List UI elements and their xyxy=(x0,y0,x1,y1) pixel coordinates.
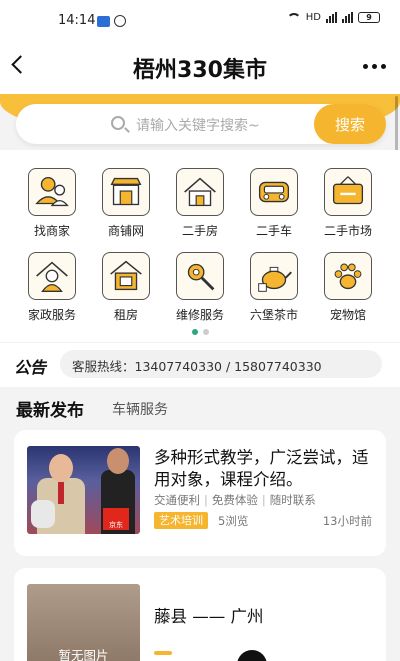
listing-card[interactable]: 暂无图片 藤县 —— 广州 xyxy=(14,568,386,661)
view-count: 5浏览 xyxy=(218,514,249,528)
app-notification-icon xyxy=(97,16,110,27)
category-label: 二手市场 xyxy=(323,224,372,238)
listing-tags: 交通便利 | 免费体验 | 随时联系 xyxy=(154,493,316,507)
category-second-hand-car[interactable]: 二手车 xyxy=(237,168,311,239)
repair-tools-icon xyxy=(176,252,224,300)
listing-tabs: 最新发布 车辆服务 xyxy=(0,387,400,427)
thumbnail-logo: 京东 xyxy=(103,508,129,530)
signal-icon-2 xyxy=(342,12,353,23)
title-underline xyxy=(154,651,172,655)
search-placeholder: 请输入关键字搜索~ xyxy=(136,118,260,134)
listing-thumbnail: 京东 xyxy=(27,446,140,534)
listing-thumbnail-placeholder: 暂无图片 xyxy=(27,584,140,661)
carousel-dot-active[interactable] xyxy=(192,329,198,335)
category-label: 六堡茶市 xyxy=(249,308,298,322)
status-bar: 14:14 HD 9 xyxy=(0,0,400,40)
carousel-indicator xyxy=(192,329,209,335)
carousel-dot[interactable] xyxy=(203,329,209,335)
house-icon xyxy=(176,168,224,216)
wifi-icon xyxy=(286,12,301,23)
category-label: 租房 xyxy=(113,308,138,322)
notice-bar: 公告 客服热线：13407740330 / 15807740330 xyxy=(0,343,400,387)
category-pets[interactable]: 宠物馆 xyxy=(311,252,385,323)
category-second-hand-house[interactable]: 二手房 xyxy=(163,168,237,239)
page-title: 梧州330集市 xyxy=(133,58,267,83)
no-image-text: 暂无图片 xyxy=(58,648,109,661)
search-button[interactable]: 搜索 xyxy=(314,104,386,144)
category-merchants[interactable]: 找商家 xyxy=(15,168,89,239)
category-label: 宠物馆 xyxy=(329,308,366,322)
listing-card[interactable]: 京东 多种形式教学，广泛尝试，适用对象，课程介绍。 交通便利 | 免费体验 | 随时联系… xyxy=(14,430,386,556)
status-time: 14:14 xyxy=(58,13,96,28)
listing-tag: 免费体验 xyxy=(211,493,258,507)
category-housekeeping[interactable]: 家政服务 xyxy=(15,252,89,323)
more-options-icon[interactable] xyxy=(363,64,386,69)
category-label: 维修服务 xyxy=(175,308,224,322)
message-notification-icon xyxy=(114,15,126,27)
notice-text[interactable]: 客服热线：13407740330 / 15807740330 xyxy=(60,350,382,378)
rent-house-icon xyxy=(102,252,150,300)
category-shops[interactable]: 商铺网 xyxy=(89,168,163,239)
teapot-icon xyxy=(250,252,298,300)
category-badge: 艺术培训 xyxy=(154,512,208,529)
signal-icon xyxy=(326,12,337,23)
housekeeper-icon xyxy=(28,252,76,300)
status-indicators: HD 9 xyxy=(286,12,380,23)
search-icon xyxy=(111,116,125,130)
category-repair[interactable]: 维修服务 xyxy=(163,252,237,323)
search-input[interactable]: 请输入关键字搜索~ 搜索 xyxy=(16,104,386,144)
paw-icon xyxy=(324,252,372,300)
notice-label: 公告 xyxy=(14,358,47,377)
category-label: 商铺网 xyxy=(107,224,144,238)
listing-tag: 随时联系 xyxy=(269,493,316,507)
category-tea-market[interactable]: 六堡茶市 xyxy=(237,252,311,323)
second-hand-sign-icon xyxy=(324,168,372,216)
category-label: 二手房 xyxy=(181,224,218,238)
post-time: 13小时前 xyxy=(322,514,372,528)
shopfront-icon xyxy=(102,168,150,216)
tab-latest[interactable]: 最新发布 xyxy=(16,396,84,421)
app-header: 梧州330集市 xyxy=(0,40,400,94)
listing-tag: 交通便利 xyxy=(154,493,200,507)
listing-title: 藤县 —— 广州 xyxy=(154,607,264,626)
listing-title: 多种形式教学，广泛尝试，适用对象，课程介绍。 xyxy=(154,448,369,489)
thumbnail-toy xyxy=(31,500,55,528)
category-flea-market[interactable]: 二手市场 xyxy=(311,168,385,239)
merchant-people-icon xyxy=(28,168,76,216)
scrollbar[interactable] xyxy=(395,96,398,156)
tab-vehicle-services[interactable]: 车辆服务 xyxy=(112,399,168,419)
car-icon xyxy=(250,168,298,216)
category-rent[interactable]: 租房 xyxy=(89,252,163,323)
battery-icon: 9 xyxy=(358,12,380,23)
category-label: 二手车 xyxy=(255,224,292,238)
category-label: 家政服务 xyxy=(27,308,76,322)
network-label: HD xyxy=(305,12,321,23)
category-label: 找商家 xyxy=(33,224,70,238)
